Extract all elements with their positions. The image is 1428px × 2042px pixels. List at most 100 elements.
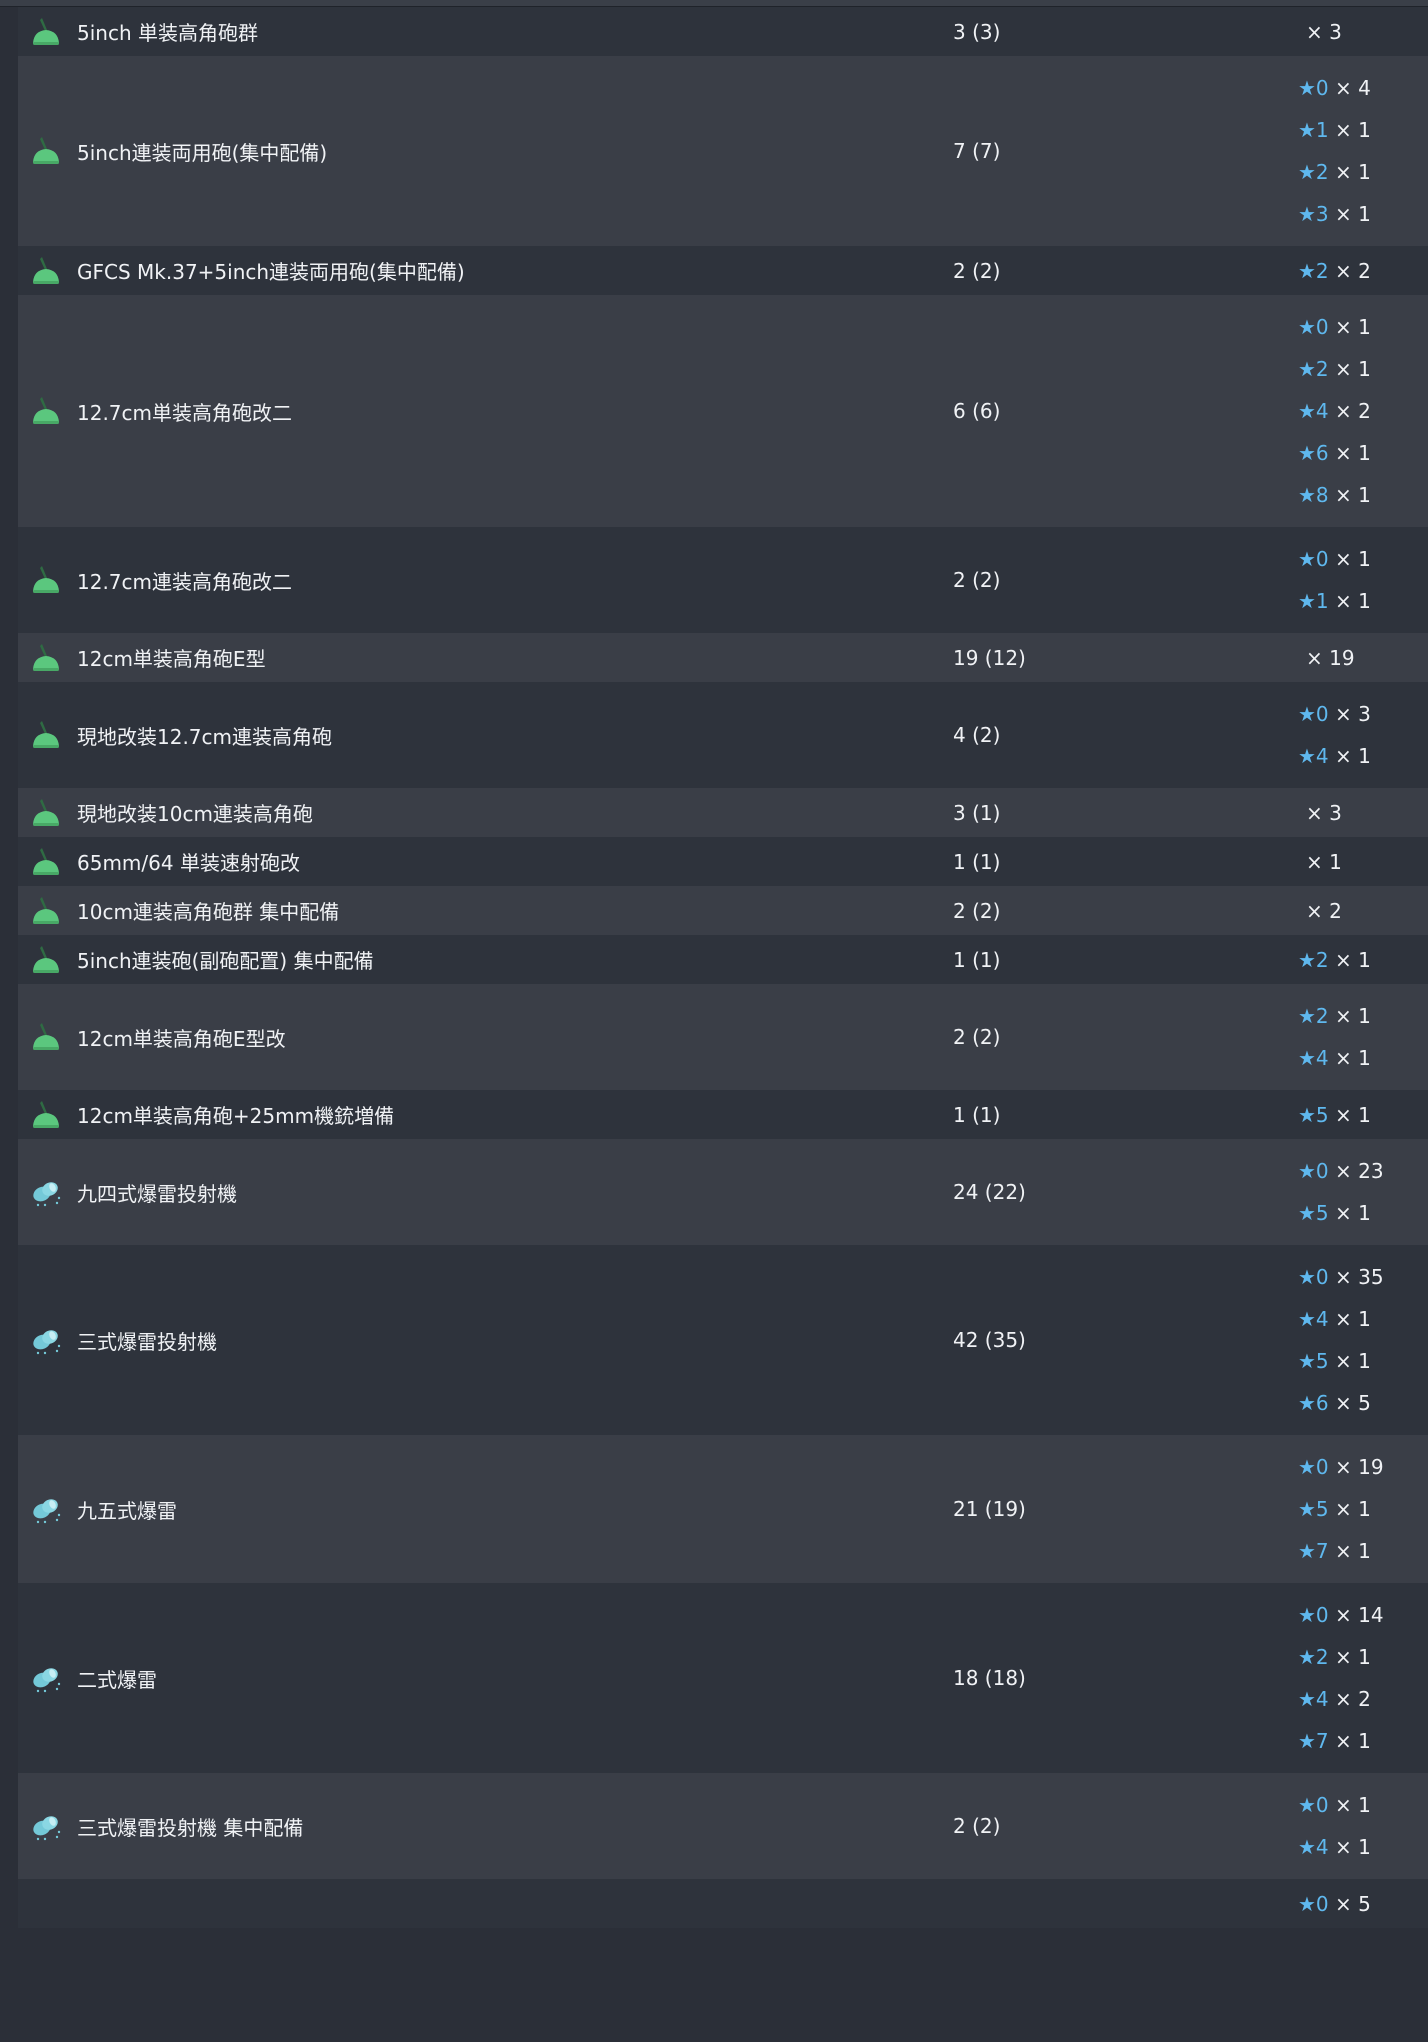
table-row[interactable]: 二式爆雷 18 (18) ★0 × 14 ★2 × 1 ★4 × 2 ★7 × 1 xyxy=(18,1583,1428,1773)
table-row[interactable]: 現地改装12.7cm連装高角砲 4 (2) ★0 × 3 ★4 × 1 xyxy=(18,682,1428,788)
improvement-star-level: ★4 xyxy=(1298,744,1329,768)
improvement-line: ★0 × 35 xyxy=(1298,1256,1428,1298)
improvement-quantity: × 1 xyxy=(1335,1349,1371,1373)
improvement-line: ★2 × 1 xyxy=(1298,348,1428,390)
improvement-quantity: × 1 xyxy=(1335,315,1371,339)
improvement-line: ★5 × 1 xyxy=(1298,1340,1428,1382)
table-row[interactable]: 12cm単装高角砲+25mm機銃増備 1 (1) ★5 × 1 xyxy=(18,1090,1428,1139)
improvement-line: ★2 × 1 xyxy=(1298,995,1428,1037)
improvement-star-level: ★4 xyxy=(1298,1835,1329,1859)
equipment-name: 65mm/64 単装速射砲改 xyxy=(77,851,300,875)
equipment-count: 4 (2) xyxy=(953,723,1001,747)
equipment-name: 現地改装12.7cm連装高角砲 xyxy=(77,724,333,749)
improvement-breakdown: ★0 × 1 ★4 × 1 xyxy=(1298,1784,1428,1868)
improvement-line: ★2 × 2 xyxy=(1298,250,1428,292)
improvement-breakdown: × 19 xyxy=(1298,637,1428,679)
table-row[interactable]: 九四式爆雷投射機 24 (22) ★0 × 23 ★5 × 1 xyxy=(18,1139,1428,1245)
improvement-quantity: × 1 xyxy=(1335,1102,1371,1127)
table-row[interactable]: 三式爆雷投射機 集中配備 2 (2) ★0 × 1 ★4 × 1 xyxy=(18,1773,1428,1879)
table-row[interactable]: 12cm単装高角砲E型改 2 (2) ★2 × 1 ★4 × 1 xyxy=(18,984,1428,1090)
improvement-line: ★0 × 5 xyxy=(1298,1883,1428,1925)
improvement-star-level: ★0 xyxy=(1298,1265,1329,1289)
improvement-line: ★5 × 1 xyxy=(1298,1192,1428,1234)
equipment-name: 三式爆雷投射機 xyxy=(77,1329,217,1354)
equipment-name-cell: 12cm単装高角砲+25mm機銃増備 xyxy=(18,1099,953,1131)
equipment-count: 2 (2) xyxy=(953,568,1001,592)
improvement-line: ★4 × 1 xyxy=(1298,1298,1428,1340)
improvement-line: ★4 × 1 xyxy=(1298,1037,1428,1079)
improvement-star-level: ★7 xyxy=(1298,1729,1329,1753)
high-angle-gun-icon xyxy=(29,797,63,829)
improvement-quantity: × 1 xyxy=(1335,202,1371,226)
high-angle-gun-icon xyxy=(29,944,63,976)
equipment-name-cell: 12.7cm連装高角砲改二 xyxy=(18,564,953,596)
equipment-name-cell: 65mm/64 単装速射砲改 xyxy=(18,846,953,878)
improvement-star-level: ★4 xyxy=(1298,1687,1329,1711)
table-row[interactable]: 65mm/64 単装速射砲改 1 (1) × 1 xyxy=(18,837,1428,886)
table-row[interactable]: 5inch連装砲(副砲配置) 集中配備 1 (1) ★2 × 1 xyxy=(18,935,1428,984)
improvement-line: × 19 xyxy=(1298,637,1428,679)
top-divider xyxy=(0,0,1428,7)
improvement-line: ★2 × 1 xyxy=(1298,151,1428,193)
equipment-count: 2 (2) xyxy=(953,258,1001,283)
improvement-quantity: × 1 xyxy=(1335,1539,1371,1563)
improvement-star-level: ★0 xyxy=(1298,315,1329,339)
improvement-star-level: ★1 xyxy=(1298,118,1329,142)
improvement-quantity: × 5 xyxy=(1335,1891,1371,1916)
equipment-name: 12cm単装高角砲E型 xyxy=(77,647,266,671)
table-row[interactable]: GFCS Mk.37+5inch連装両用砲(集中配備) 2 (2) ★2 × 2 xyxy=(18,246,1428,295)
improvement-quantity: × 1 xyxy=(1335,1004,1371,1028)
equipment-name-cell: 5inch 単装高角砲群 xyxy=(18,16,953,48)
table-row[interactable]: 12.7cm単装高角砲改二 6 (6) ★0 × 1 ★2 × 1 ★4 × 2 ★6 ×… xyxy=(18,295,1428,527)
improvement-quantity: × 1 xyxy=(1335,744,1371,768)
improvement-line: ★0 × 4 xyxy=(1298,67,1428,109)
equipment-name: 三式爆雷投射機 集中配備 xyxy=(77,1815,304,1840)
improvement-quantity: × 1 xyxy=(1306,849,1342,874)
table-row[interactable]: 現地改装10cm連装高角砲 3 (1) × 3 xyxy=(18,788,1428,837)
high-angle-gun-icon xyxy=(29,395,63,427)
equipment-count: 2 (2) xyxy=(953,1814,1001,1838)
equipment-count: 1 (1) xyxy=(953,947,1001,972)
equipment-name-cell: 三式爆雷投射機 xyxy=(18,1324,953,1356)
improvement-line: ★4 × 2 xyxy=(1298,390,1428,432)
improvement-line: ★7 × 1 xyxy=(1298,1530,1428,1572)
table-row[interactable]: 12.7cm連装高角砲改二 2 (2) ★0 × 1 ★1 × 1 xyxy=(18,527,1428,633)
high-angle-gun-icon xyxy=(29,1021,63,1053)
improvement-quantity: × 19 xyxy=(1306,645,1355,670)
improvement-line: × 2 xyxy=(1298,890,1428,932)
improvement-star-level: ★6 xyxy=(1298,1391,1329,1415)
improvement-breakdown: ★0 × 5 xyxy=(1298,1883,1428,1925)
table-row[interactable]: ★0 × 5 xyxy=(18,1879,1428,1928)
high-angle-gun-icon xyxy=(29,16,63,48)
improvement-quantity: × 1 xyxy=(1335,1497,1371,1521)
improvement-quantity: × 3 xyxy=(1335,702,1371,726)
improvement-star-level: ★0 xyxy=(1298,1159,1329,1183)
equipment-count: 3 (1) xyxy=(953,800,1001,825)
table-row[interactable]: 三式爆雷投射機 42 (35) ★0 × 35 ★4 × 1 ★5 × 1 ★6 × 5 xyxy=(18,1245,1428,1435)
table-row[interactable]: 12cm単装高角砲E型 19 (12) × 19 xyxy=(18,633,1428,682)
equipment-name-cell: GFCS Mk.37+5inch連装両用砲(集中配備) xyxy=(18,255,953,287)
improvement-breakdown: ★2 × 1 ★4 × 1 xyxy=(1298,995,1428,1079)
improvement-breakdown: ★0 × 1 ★2 × 1 ★4 × 2 ★6 × 1 ★8 × 1 xyxy=(1298,306,1428,516)
equipment-name: 5inch連装両用砲(集中配備) xyxy=(77,140,328,165)
improvement-quantity: × 1 xyxy=(1335,1201,1371,1225)
improvement-quantity: × 1 xyxy=(1335,589,1371,613)
equipment-count: 1 (1) xyxy=(953,1102,1001,1127)
table-row[interactable]: 5inch連装両用砲(集中配備) 7 (7) ★0 × 4 ★1 × 1 ★2 × 1 ★… xyxy=(18,56,1428,246)
improvement-quantity: × 1 xyxy=(1335,1793,1371,1817)
table-row[interactable]: 5inch 単装高角砲群 3 (3) × 3 xyxy=(18,7,1428,56)
high-angle-gun-icon xyxy=(29,255,63,287)
improvement-line: × 3 xyxy=(1298,11,1428,53)
table-row[interactable]: 九五式爆雷 21 (19) ★0 × 19 ★5 × 1 ★7 × 1 xyxy=(18,1435,1428,1583)
depth-charge-icon xyxy=(29,1324,63,1356)
table-row[interactable]: 10cm連装高角砲群 集中配備 2 (2) × 2 xyxy=(18,886,1428,935)
improvement-breakdown: ★0 × 14 ★2 × 1 ★4 × 2 ★7 × 1 xyxy=(1298,1594,1428,1762)
high-angle-gun-icon xyxy=(29,719,63,751)
improvement-quantity: × 35 xyxy=(1335,1265,1384,1289)
improvement-quantity: × 14 xyxy=(1335,1603,1384,1627)
high-angle-gun-icon xyxy=(29,135,63,167)
improvement-star-level: ★2 xyxy=(1298,160,1329,184)
equipment-name: 5inch 単装高角砲群 xyxy=(77,21,258,45)
improvement-line: ★0 × 1 xyxy=(1298,306,1428,348)
improvement-quantity: × 2 xyxy=(1335,399,1371,423)
